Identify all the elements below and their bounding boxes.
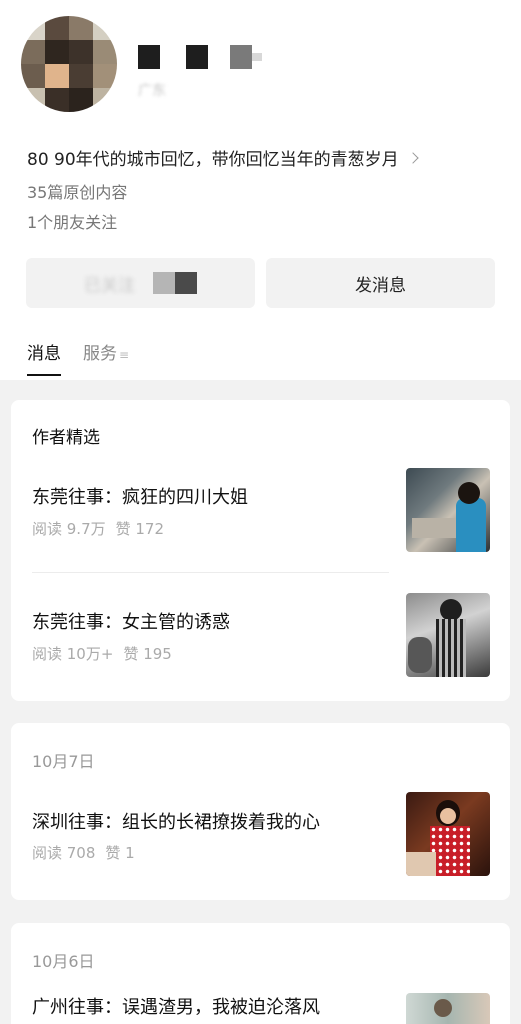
follow-label: 已关注 (84, 275, 135, 296)
article-thumbnail[interactable] (406, 468, 490, 552)
article-title[interactable]: 东莞往事：疯狂的四川大姐 (32, 483, 248, 509)
menu-icon: ≡ (119, 348, 130, 362)
featured-card: 作者精选 东莞往事：疯狂的四川大姐 阅读 9.7万赞 172 东莞往事：女主管的… (11, 400, 510, 701)
send-message-button[interactable]: 发消息 (266, 258, 495, 308)
account-description[interactable]: 80 90年代的城市回忆，带你回忆当年的青葱岁月 (27, 145, 419, 170)
like-count: 赞 1 (105, 844, 135, 862)
featured-title: 作者精选 (32, 428, 100, 448)
location-text: 广东 (138, 83, 166, 99)
follow-label-redacted (153, 272, 197, 294)
article-meta: 阅读 708 赞 1 (32, 842, 135, 863)
tab-messages-label: 消息 (27, 344, 61, 364)
profile-header: 广东 80 90年代的城市回忆，带你回忆当年的青葱岁月 35篇原创内容 1个朋友… (0, 0, 521, 380)
read-count: 阅读 9.7万 (32, 520, 106, 538)
divider (32, 572, 389, 573)
article-meta: 阅读 10万+ 赞 195 (32, 643, 172, 664)
article-title[interactable]: 深圳往事：组长的长裙撩拨着我的心 (32, 808, 320, 834)
follow-button[interactable]: 已关注 (26, 258, 255, 308)
description-text: 80 90年代的城市回忆，带你回忆当年的青葱岁月 (27, 150, 399, 170)
friends-following[interactable]: 1个朋友关注 (27, 209, 117, 233)
article-thumbnail[interactable] (406, 593, 490, 677)
feed-card: 10月7日 深圳往事：组长的长裙撩拨着我的心 阅读 708 赞 1 (11, 723, 510, 900)
send-message-label: 发消息 (355, 275, 406, 296)
tab-services[interactable]: 服务 ≡ (83, 339, 129, 370)
avatar[interactable] (21, 16, 117, 112)
chevron-right-icon (407, 151, 419, 164)
tab-messages[interactable]: 消息 (27, 339, 61, 376)
feed-date: 10月6日 (32, 952, 95, 971)
article-title[interactable]: 广州往事：误遇渣男，我被迫沦落风 (32, 993, 320, 1019)
article-meta: 阅读 9.7万赞 172 (32, 518, 164, 539)
tab-services-label: 服务 (83, 344, 117, 364)
article-thumbnail[interactable] (406, 792, 490, 876)
tab-bar: 消息 服务 ≡ (27, 339, 129, 376)
feed-card: 10月6日 广州往事：误遇渣男，我被迫沦落风 (11, 923, 510, 1024)
read-count: 阅读 708 (32, 844, 96, 862)
like-count: 赞 172 (115, 520, 165, 538)
feed-date: 10月7日 (32, 752, 95, 771)
article-thumbnail[interactable] (406, 993, 490, 1024)
account-name-redacted (138, 45, 262, 69)
read-count: 阅读 10万+ (32, 645, 114, 663)
article-title[interactable]: 东莞往事：女主管的诱惑 (32, 608, 230, 634)
article-count: 35篇原创内容 (27, 183, 128, 202)
like-count: 赞 195 (123, 645, 172, 663)
